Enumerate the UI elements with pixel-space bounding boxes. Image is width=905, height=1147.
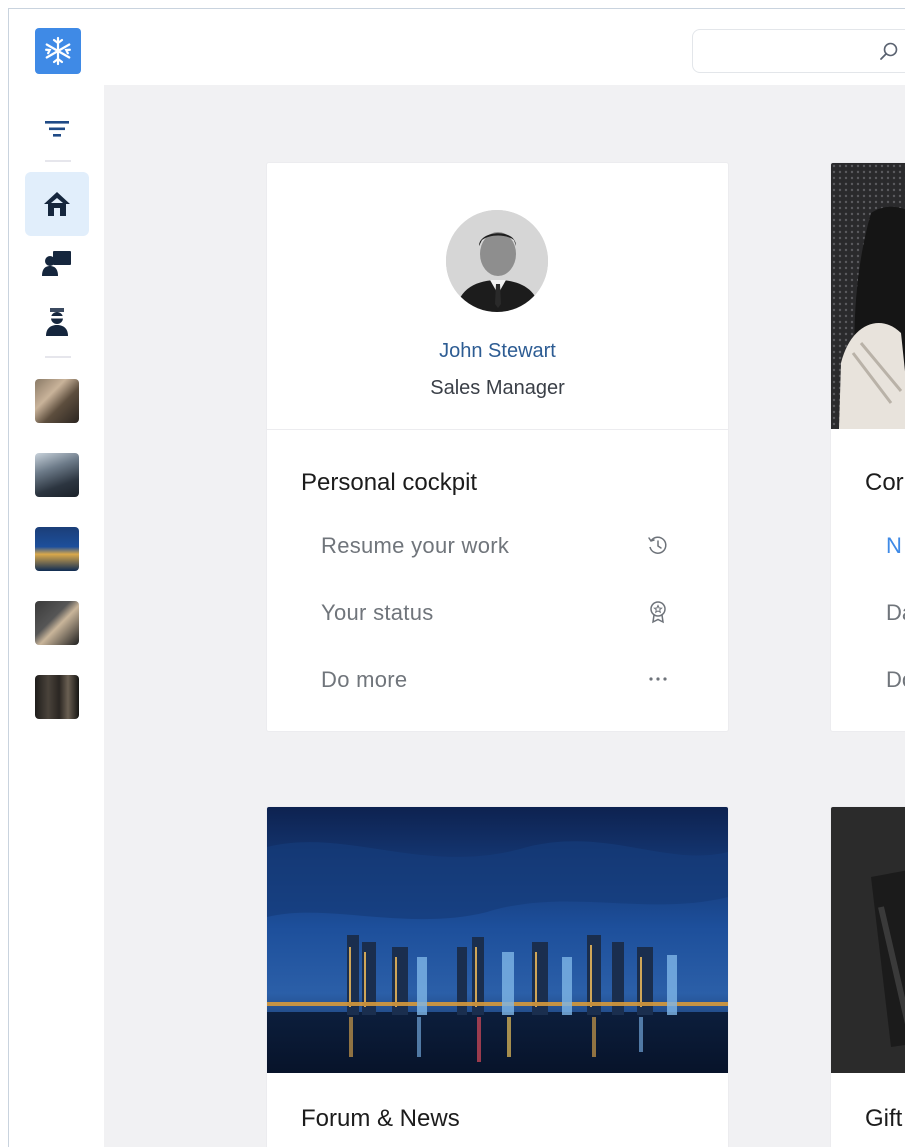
item-label: Do more — [321, 667, 408, 692]
sidebar-item-support[interactable] — [25, 290, 89, 354]
company-item[interactable]: Do — [886, 667, 905, 693]
user-name[interactable]: John Stewart — [267, 340, 728, 363]
company-link[interactable]: N — [886, 533, 902, 559]
do-more-item[interactable]: Do more — [321, 659, 681, 699]
snowflake-icon — [45, 36, 71, 66]
filter-menu-icon — [45, 121, 69, 137]
item-label: Your status — [321, 600, 434, 625]
company-card: Cor N Da Do — [831, 163, 905, 731]
home-icon — [44, 192, 70, 216]
workspace-thumbnail[interactable] — [35, 379, 79, 423]
search-icon[interactable] — [879, 41, 899, 61]
buildings-thumbnail[interactable] — [35, 453, 79, 497]
sidebar — [9, 9, 104, 1147]
company-item[interactable]: Da — [886, 600, 905, 626]
resume-work-item[interactable]: Resume your work — [321, 525, 681, 565]
app-frame: John Stewart Sales Manager Personal cock… — [8, 8, 905, 1147]
card-title: Personal cockpit — [301, 469, 478, 496]
profile-photo — [446, 210, 548, 312]
profile-header: John Stewart Sales Manager — [267, 163, 728, 430]
top-bar — [104, 9, 905, 85]
avatar[interactable] — [446, 210, 548, 312]
gift-card[interactable]: Gift — [831, 807, 905, 1147]
main-content: John Stewart Sales Manager Personal cock… — [104, 85, 905, 1147]
more-icon — [649, 677, 667, 681]
card-title: Gift — [865, 1105, 903, 1132]
company-card-image — [831, 163, 905, 429]
city-skyline-image — [267, 807, 728, 1073]
sidebar-divider — [45, 160, 71, 162]
item-label: Resume your work — [321, 533, 510, 558]
gift-thumbnail[interactable] — [35, 601, 79, 645]
award-icon — [650, 601, 666, 624]
agent-icon — [46, 308, 68, 336]
city-night-thumbnail[interactable] — [35, 527, 79, 571]
menu-button[interactable] — [40, 112, 74, 146]
your-status-item[interactable]: Your status — [321, 592, 681, 632]
search-input[interactable] — [693, 30, 877, 72]
sidebar-item-presentation[interactable] — [25, 231, 89, 295]
personal-cockpit-card: John Stewart Sales Manager Personal cock… — [267, 163, 728, 731]
card-title: Forum & News — [301, 1105, 460, 1132]
sidebar-divider — [45, 356, 71, 358]
gift-image — [831, 807, 905, 1073]
card-title: Cor — [865, 469, 904, 496]
library-thumbnail[interactable] — [35, 675, 79, 719]
search-box[interactable] — [692, 29, 905, 73]
app-logo[interactable] — [35, 28, 81, 74]
history-icon — [648, 536, 667, 554]
forum-news-card[interactable]: Forum & News — [267, 807, 728, 1147]
sidebar-item-home[interactable] — [25, 172, 89, 236]
user-role: Sales Manager — [430, 377, 565, 399]
presenter-icon — [42, 251, 71, 276]
